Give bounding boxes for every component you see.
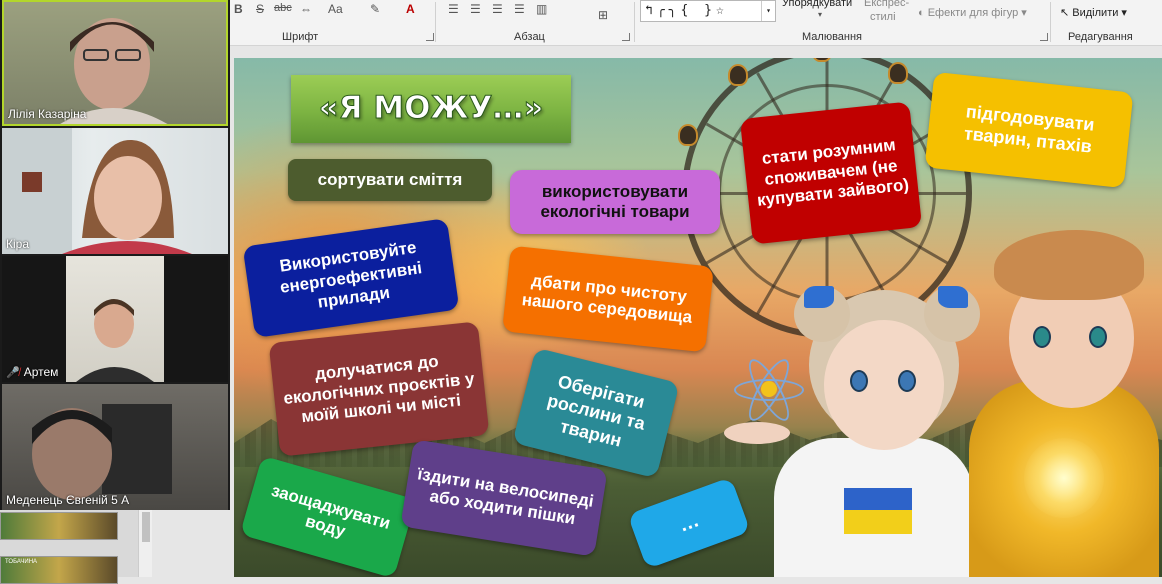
card-sort-waste[interactable]: сортувати сміття <box>288 159 492 201</box>
card-eco-projects[interactable]: долучатися до екологічних проєктів у мої… <box>268 321 490 457</box>
participant-name: Кіра <box>6 237 30 251</box>
mic-muted-icon: 🎤̸ <box>6 367 20 379</box>
card-smart-consumer[interactable]: стати розумним споживачем (не купувати з… <box>739 101 923 245</box>
justify-button[interactable]: ☰ <box>514 2 525 16</box>
slide-canvas[interactable]: «Я МОЖУ…» сортувати сміття використовува… <box>234 58 1162 577</box>
group-label-editing: Редагування <box>1068 31 1133 43</box>
girl-hand <box>724 422 790 444</box>
card-clean-environment[interactable]: дбати про чистоту нашого середовища <box>502 245 714 353</box>
boy-hair <box>994 230 1144 300</box>
arrange-button[interactable]: Упорядкувати <box>782 0 852 9</box>
video-tile-4[interactable]: Меденець Євгеній 5 А <box>2 384 228 510</box>
align-center-button[interactable]: ☰ <box>470 2 481 16</box>
quick-styles-button-line2[interactable]: стилі <box>870 11 896 23</box>
card-eco-goods[interactable]: використовувати екологічні товари <box>510 170 720 234</box>
char-spacing-button[interactable]: ⇔ <box>300 2 312 16</box>
shadow-button[interactable]: S <box>256 2 264 16</box>
video-tile-1[interactable]: Лілія Казаріна <box>2 0 228 126</box>
convert-smartart-button[interactable]: ⊞ <box>598 8 608 22</box>
girl-bow-right <box>938 286 968 308</box>
group-label-paragraph: Абзац <box>514 31 545 43</box>
select-button[interactable]: ↖ Виділити ▾ <box>1060 6 1127 19</box>
cursor-arrow-icon: ↖ <box>1060 7 1073 19</box>
ribbon: B S abc ⇔ Aa ✎ A ☰ ☰ ☰ ☰ ▥ ⊞ ↰╭╮{ }☆ ▾ У… <box>230 0 1162 46</box>
bold-button[interactable]: B <box>234 2 243 16</box>
slide-thumbnail[interactable] <box>0 512 118 540</box>
card-energy-devices[interactable]: Використовуйте енергоефективні прилади <box>242 218 460 338</box>
slide-thumbnail[interactable]: ТОБАЧИНА <box>0 556 118 584</box>
highlight-color-button[interactable]: ✎ <box>370 2 380 16</box>
strikethrough-button[interactable]: abc <box>274 2 292 14</box>
font-dialog-launcher[interactable] <box>426 33 434 41</box>
thumbnail-scrollbar[interactable] <box>138 510 152 577</box>
shape-effects-button[interactable]: ◐ Ефекти для фігур ▾ <box>918 6 1027 19</box>
girl-bow-left <box>804 286 834 308</box>
thumbnail-title: ТОБАЧИНА <box>5 559 38 565</box>
align-left-button[interactable]: ☰ <box>448 2 459 16</box>
editor-canvas-edge <box>152 510 230 577</box>
quick-styles-button-line1[interactable]: Експрес- <box>864 0 909 9</box>
shape-gallery[interactable]: ↰╭╮{ }☆ ▾ <box>640 0 776 22</box>
arrange-dropdown-icon[interactable]: ▾ <box>818 10 822 19</box>
font-color-button[interactable]: A <box>406 2 415 16</box>
align-right-button[interactable]: ☰ <box>492 2 503 16</box>
participant-video <box>2 128 192 254</box>
participant-video <box>66 256 164 382</box>
participant-video <box>32 404 172 500</box>
video-tile-3[interactable]: 🎤̸ Артем <box>2 256 228 382</box>
participant-name: 🎤̸ Артем <box>6 365 59 379</box>
video-sidebar: Лілія Казаріна Кіра 🎤̸ Артем Меденець Євг… <box>0 0 230 577</box>
participant-name: Меденець Євгеній 5 А <box>6 493 130 507</box>
atom-icon <box>734 354 804 426</box>
participant-name: Лілія Казаріна <box>8 107 87 121</box>
girl-flag-blue-stripe <box>844 488 912 510</box>
glowing-atom-icon <box>1024 438 1104 518</box>
girl-flag-yellow-stripe <box>844 510 912 534</box>
group-label-font: Шрифт <box>282 31 319 43</box>
gallery-more-icon[interactable]: ▾ <box>761 1 775 21</box>
columns-button[interactable]: ▥ <box>536 2 547 16</box>
shape-effects-icon: ◐ <box>918 7 928 19</box>
video-tile-2[interactable]: Кіра <box>2 128 228 254</box>
drawing-dialog-launcher[interactable] <box>1040 33 1048 41</box>
slide-title[interactable]: «Я МОЖУ…» <box>291 75 571 143</box>
girl-face <box>824 320 944 450</box>
change-case-button[interactable]: Aa <box>328 2 343 16</box>
paragraph-dialog-launcher[interactable] <box>622 33 630 41</box>
group-label-drawing: Малювання <box>802 31 863 43</box>
